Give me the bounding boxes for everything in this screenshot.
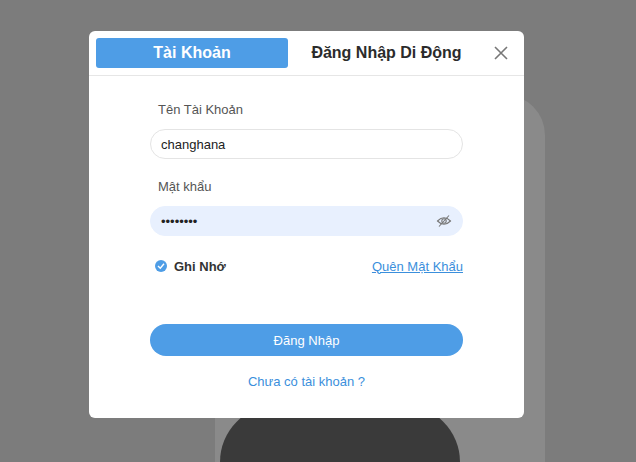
login-button[interactable]: Đăng Nhập xyxy=(150,324,463,356)
remember-label[interactable]: Ghi Nhớ xyxy=(174,259,226,274)
password-label: Mật khẩu xyxy=(150,179,463,195)
login-dialog: Tài KhoảnĐăng Nhập Di Động Tên Tài Khoản M… xyxy=(89,31,524,418)
check-icon xyxy=(157,262,165,270)
login-form: Tên Tài Khoản Mật khẩu Ghi Nhớ Quên Mật Khẩ… xyxy=(89,76,524,418)
eye-slash-icon xyxy=(436,214,452,228)
forgot-password-link[interactable]: Quên Mật Khẩu xyxy=(372,259,463,274)
spacer xyxy=(150,159,463,179)
password-input[interactable] xyxy=(161,208,436,235)
options-row: Ghi Nhớ Quên Mật Khẩu xyxy=(150,256,463,276)
tab[interactable]: Đăng Nhập Di Động xyxy=(292,38,481,68)
checkbox[interactable] xyxy=(155,260,167,272)
signup-link[interactable]: Chưa có tài khoản ? xyxy=(150,374,463,390)
username-input[interactable] xyxy=(161,131,452,158)
tab[interactable]: Tài Khoản xyxy=(96,38,288,68)
username-label: Tên Tài Khoản xyxy=(150,102,463,118)
close-button[interactable] xyxy=(485,45,517,61)
remember-checkbox[interactable]: Ghi Nhớ xyxy=(155,259,226,274)
password-field xyxy=(150,206,463,236)
toggle-visibility-button[interactable] xyxy=(436,214,452,228)
close-icon xyxy=(493,45,509,61)
tab-bar: Tài KhoảnĐăng Nhập Di Động xyxy=(89,31,524,76)
username-field xyxy=(150,129,463,159)
